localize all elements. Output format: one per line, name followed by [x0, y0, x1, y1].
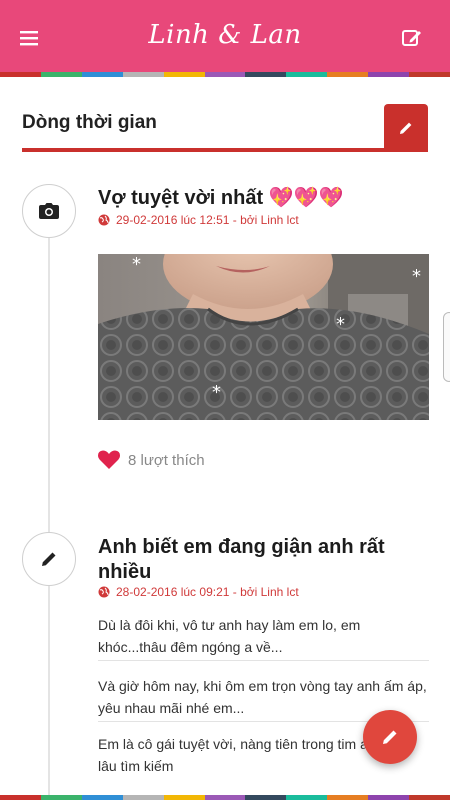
svg-text:*: *	[132, 254, 141, 275]
color-stripe-top	[0, 72, 450, 77]
app-bar: Linh & Lan	[0, 0, 450, 72]
svg-text:*: *	[336, 314, 345, 335]
compose-button[interactable]	[392, 18, 432, 58]
edge-panel-handle[interactable]	[443, 312, 450, 382]
stripe-segment	[81, 72, 123, 77]
stripe-segment	[286, 795, 328, 800]
stripe-segment	[409, 72, 450, 77]
stripe-segment	[0, 72, 41, 77]
timeline-section-header: Dòng thời gian	[22, 104, 428, 152]
like-count: 8 lượt thích	[128, 451, 205, 469]
stripe-segment	[327, 72, 369, 77]
post-title[interactable]: Vợ tuyệt vời nhất 💖💖💖	[98, 186, 418, 211]
stripe-segment	[81, 795, 123, 800]
section-heading: Dòng thời gian	[22, 112, 157, 133]
globe-icon	[98, 214, 110, 226]
stripe-segment	[122, 795, 164, 800]
timeline-node-text	[22, 532, 76, 586]
post-meta-text: 28-02-2016 lúc 09:21 - bởi Linh lct	[116, 585, 299, 599]
stripe-segment	[204, 72, 246, 77]
stripe-segment	[286, 72, 328, 77]
stripe-segment	[40, 795, 82, 800]
stripe-segment	[163, 72, 205, 77]
stripe-segment	[245, 795, 287, 800]
stripe-segment	[409, 795, 450, 800]
post-paragraph: Dù là đôi khi, vô tư anh hay làm em lo, …	[98, 617, 361, 655]
stripe-segment	[368, 795, 410, 800]
section-divider	[22, 148, 428, 152]
stripe-segment	[204, 795, 246, 800]
heart-icon	[98, 450, 120, 469]
photo-image: * * * *	[98, 254, 429, 420]
post-meta: 28-02-2016 lúc 09:21 - bởi Linh lct	[98, 585, 299, 599]
svg-text:*: *	[212, 382, 221, 403]
camera-icon	[39, 203, 59, 219]
stripe-segment	[40, 72, 82, 77]
post-photo[interactable]: * * * *	[98, 254, 429, 420]
timeline-line	[48, 210, 50, 800]
like-button[interactable]: 8 lượt thích	[98, 450, 205, 470]
stripe-segment	[163, 795, 205, 800]
stripe-segment	[122, 72, 164, 77]
post-title[interactable]: Anh biết em đang giận anh rất nhiều	[98, 535, 418, 585]
compose-icon	[402, 30, 421, 46]
floating-compose-button[interactable]	[363, 710, 417, 764]
pencil-icon	[400, 122, 412, 134]
timeline-node-photo	[22, 184, 76, 238]
stripe-segment	[245, 72, 287, 77]
stripe-segment	[368, 72, 410, 77]
stripe-segment	[327, 795, 369, 800]
post-meta-text: 29-02-2016 lúc 12:51 - bởi Linh lct	[116, 213, 299, 227]
globe-icon	[98, 586, 110, 598]
stripe-segment	[0, 795, 41, 800]
svg-text:*: *	[412, 266, 421, 287]
pencil-icon	[383, 730, 397, 744]
new-post-tab-button[interactable]	[384, 104, 428, 152]
color-stripe-bottom	[0, 795, 450, 800]
paragraph-divider	[98, 660, 429, 661]
post-meta: 29-02-2016 lúc 12:51 - bởi Linh lct	[98, 213, 299, 227]
app-title: Linh & Lan	[148, 20, 302, 50]
pencil-icon	[42, 552, 56, 566]
